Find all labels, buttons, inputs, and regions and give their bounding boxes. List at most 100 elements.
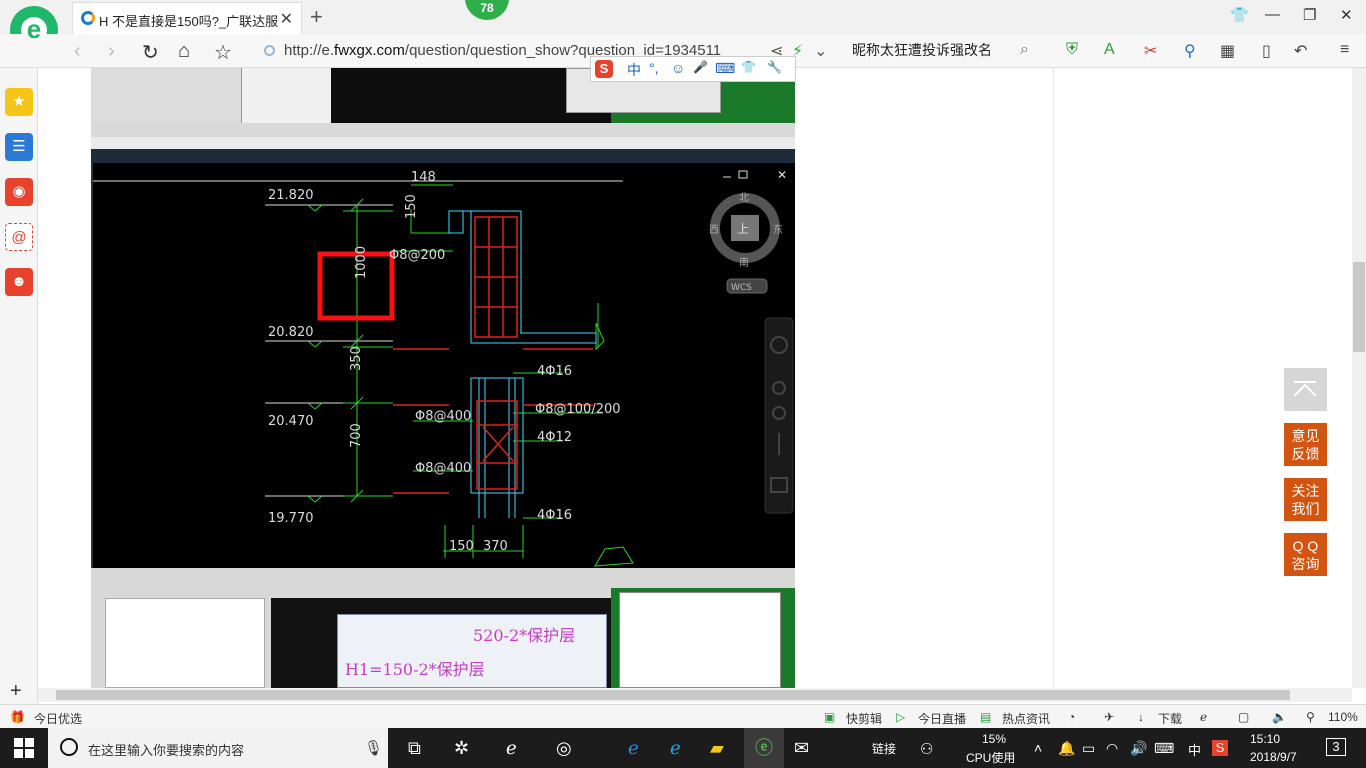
rebar-label: 4Φ16 [537, 364, 572, 379]
site-info-icon[interactable] [264, 45, 275, 56]
ime-skin-icon[interactable]: 👕 [741, 60, 756, 74]
reading-list-icon[interactable]: ☰ [5, 133, 33, 161]
ie-icon[interactable]: ℯ [670, 738, 681, 759]
ime-emoji-icon[interactable]: ☺ [671, 60, 685, 76]
microphone-icon[interactable]: 🎙 [364, 739, 383, 757]
home-button[interactable]: ⌂ [178, 40, 190, 63]
link-toolbar[interactable]: 链接 [872, 740, 896, 757]
people-icon[interactable]: ⚇ [920, 740, 933, 758]
show-hidden-icon[interactable]: ˄ [1034, 740, 1042, 756]
sogou-logo-icon[interactable]: S [595, 60, 613, 78]
vertical-scroll-thumb[interactable] [1353, 262, 1365, 352]
file-explorer-icon[interactable]: ▰ [710, 738, 724, 759]
ime-language-indicator[interactable]: 中 [1188, 740, 1201, 759]
taskbar-search-placeholder: 在这里输入你要搜索的内容 [88, 743, 245, 758]
fan-app-icon[interactable]: ✲ [454, 738, 469, 759]
skin-icon[interactable]: 👕 [1230, 6, 1249, 24]
zoom-level[interactable]: 110% [1328, 710, 1358, 724]
zoom-icon[interactable]: ⚲ [1306, 710, 1315, 724]
new-tab-button[interactable]: + [310, 4, 323, 30]
minimize-icon[interactable]: — [1265, 6, 1280, 23]
favorite-button[interactable]: ☆ [214, 40, 232, 65]
download-icon: ↓ [1138, 710, 1144, 724]
battery-icon[interactable]: ▭ [1082, 740, 1095, 757]
clock-time[interactable]: 15:10 [1250, 732, 1280, 746]
find-icon[interactable]: ⚲ [1184, 41, 1196, 61]
cad-drawing: 21.820 20.820 20.470 19.770 1000 350 700… [91, 163, 795, 568]
undo-icon[interactable]: ↶ [1294, 41, 1307, 61]
window-icon[interactable]: ▢ [1238, 710, 1249, 724]
bell-icon[interactable]: 🔔 [1058, 740, 1075, 757]
search-icon[interactable]: ⌕ [1020, 41, 1029, 59]
ime-toolbar[interactable]: S 中 °, ☺ 🎤 ⌨ 👕 🔧 [590, 56, 796, 82]
task-view-icon[interactable]: ⧉ [408, 738, 421, 759]
dropdown-chevron-icon[interactable]: ⌄ [814, 41, 827, 61]
back-button[interactable]: ‹ [74, 40, 81, 63]
download-link[interactable]: 下载 [1158, 710, 1182, 727]
keyboard-icon[interactable]: ⌨ [1154, 740, 1174, 757]
history-icon[interactable]: ◔ [1068, 710, 1075, 724]
tab-close-icon[interactable]: ✕ [280, 9, 293, 29]
sound-icon[interactable]: 🔈 [1272, 710, 1287, 724]
sogou-tray-icon[interactable]: S [1212, 740, 1228, 756]
wifi-icon[interactable]: ◠ [1106, 740, 1118, 757]
sidebar-add-icon[interactable]: + [10, 680, 22, 703]
live-link[interactable]: 今日直播 [918, 710, 966, 727]
dimension-label: 350 [349, 346, 364, 371]
quick-clip-link[interactable]: 快剪辑 [846, 710, 882, 727]
apps-grid-icon[interactable]: ▦ [1220, 41, 1235, 61]
translate-icon[interactable]: A [1104, 41, 1115, 59]
edge-browser-icon[interactable]: ℯ [628, 738, 639, 759]
elevation-label: 20.820 [268, 325, 314, 340]
daily-picks-link[interactable]: 今日优选 [34, 710, 82, 727]
hot-search-text[interactable]: 昵称太狂遭投诉强改名 [852, 40, 992, 60]
restore-icon[interactable]: ❐ [1303, 6, 1316, 24]
ime-mode[interactable]: 中 [627, 60, 641, 80]
browser-tab[interactable]: H 不是直接是150吗?_广联达服务 ✕ [72, 2, 302, 34]
favorites-star-icon[interactable]: ★ [5, 88, 33, 116]
window-close-icon[interactable]: ✕ [1340, 6, 1353, 24]
follow-us-button[interactable]: 关注 我们 [1284, 478, 1327, 521]
ime-keyboard-icon[interactable]: ⌨ [715, 60, 735, 77]
back-to-top-button[interactable] [1284, 368, 1327, 411]
game-icon[interactable]: ☻ [5, 268, 33, 296]
clip-icon: ▣ [824, 710, 836, 724]
menu-icon[interactable]: ≡ [1340, 41, 1349, 59]
mobile-icon[interactable]: ▯ [1262, 41, 1271, 61]
feedback-button[interactable]: 意见 反馈 [1284, 423, 1327, 466]
gift-icon[interactable]: 🎁 [10, 710, 25, 724]
refresh-button[interactable]: ↻ [142, 40, 159, 65]
taskbar-search-box[interactable]: 在这里输入你要搜索的内容 🎙 [48, 728, 388, 768]
ie-mode-icon[interactable]: ℯ [1200, 710, 1207, 724]
svg-text:南: 南 [739, 256, 749, 269]
security-shield-icon[interactable]: ⛨ [1066, 41, 1078, 59]
ime-voice-icon[interactable]: 🎤 [693, 60, 708, 74]
cad-window-close-icon[interactable]: ✕ [777, 168, 787, 182]
cpu-label: CPU使用 [966, 751, 1016, 765]
forward-button[interactable]: › [108, 40, 115, 63]
rebar-label: Φ8@100/200 [535, 402, 621, 417]
screenshot-scissors-icon[interactable]: ✂ [1144, 41, 1157, 61]
action-center-icon[interactable]: 3 [1326, 738, 1346, 756]
vertical-scrollbar[interactable] [1352, 68, 1366, 688]
column-divider [1053, 68, 1054, 688]
clock-date[interactable]: 2018/9/7 [1250, 750, 1297, 764]
edge-icon[interactable]: ℯ [506, 738, 517, 759]
ime-punct-icon[interactable]: °, [649, 60, 659, 76]
hot-news-link[interactable]: 热点资讯 [1002, 710, 1050, 727]
cad-screenshot-top [91, 68, 795, 163]
pin-icon[interactable]: ✈ [1104, 710, 1114, 724]
windows-start-icon[interactable] [14, 738, 34, 758]
email-icon[interactable]: @ [5, 223, 33, 251]
weibo-icon[interactable]: ◉ [5, 178, 33, 206]
horizontal-scroll-thumb[interactable] [56, 690, 1290, 700]
dimension-label: 150 [404, 194, 419, 219]
browser-taskbar-icon[interactable]: ⓔ [744, 728, 784, 768]
mail-icon[interactable]: ✉ [794, 738, 809, 759]
qq-consult-button[interactable]: Q Q 咨询 [1284, 533, 1327, 576]
swirl-app-icon[interactable]: ◎ [556, 738, 572, 759]
svg-text:东: 东 [773, 223, 783, 236]
ime-tools-icon[interactable]: 🔧 [767, 60, 782, 74]
view-cube[interactable]: 上 北 南 东 西 WCS [709, 192, 783, 294]
volume-icon[interactable]: 🔊 [1130, 740, 1147, 757]
